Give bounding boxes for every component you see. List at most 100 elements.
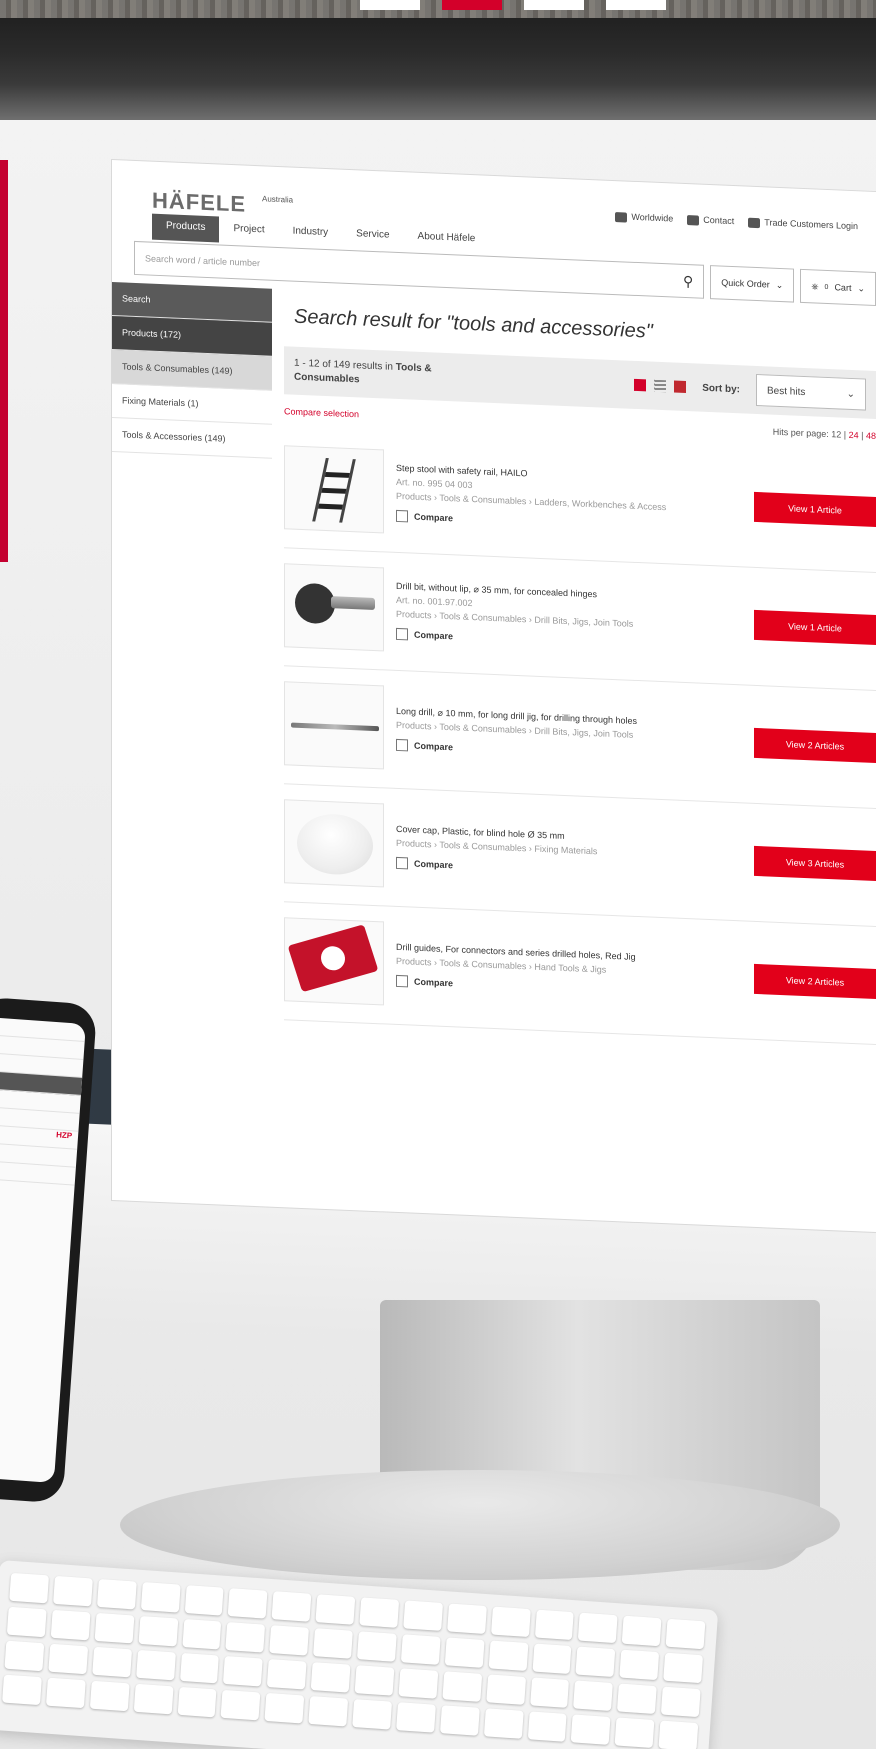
keyboard-key (50, 1609, 91, 1641)
worldwide-link[interactable]: Worldwide (615, 211, 673, 224)
quick-order-dropdown[interactable]: Quick Order ⌄ (710, 265, 795, 303)
contact-link[interactable]: Contact (687, 214, 734, 227)
tab-service[interactable]: Service (342, 222, 403, 251)
image-view-icon[interactable] (674, 380, 687, 394)
tab-about[interactable]: About Häfele (404, 224, 490, 254)
keyboard-key (578, 1612, 618, 1644)
keyboard-key (663, 1652, 704, 1684)
keyboard-key (315, 1594, 356, 1625)
page-title: Search result for "tools and accessories… (294, 305, 653, 343)
tab-industry[interactable]: Industry (279, 219, 343, 248)
keyboard-key (179, 1652, 220, 1684)
wall-backdrop (0, 0, 876, 120)
sort-dropdown[interactable]: Best hits ⌄ (756, 373, 866, 411)
keyboard-key (91, 1646, 132, 1678)
cart-button[interactable]: ⎈ 0 Cart ⌄ (800, 268, 876, 307)
search-icon[interactable]: ⚲ (683, 272, 693, 289)
keyboard-key (660, 1686, 701, 1718)
keyboard-key (310, 1662, 351, 1693)
keyboard-key (6, 1606, 47, 1638)
keyboard-key (356, 1631, 397, 1662)
view-articles-button[interactable]: View 2 Articles (754, 963, 876, 999)
facet-sidebar: Search Products (172) Tools & Consumable… (112, 282, 272, 459)
user-icon (748, 217, 761, 228)
utility-links: Worldwide Contact Trade Customers Login (615, 211, 858, 232)
keyboard-key (184, 1585, 224, 1616)
checkbox-box[interactable] (396, 974, 408, 987)
facet-tools-accessories[interactable]: Tools & Accessories (149) (112, 418, 272, 459)
product-image-cover-cap[interactable] (284, 798, 384, 887)
product-info: Step stool with safety rail, HAILO Art. … (384, 460, 754, 538)
view-articles-button[interactable]: View 3 Articles (754, 845, 876, 881)
product-image-long-drill[interactable] (284, 680, 384, 769)
keyboard-key (45, 1677, 86, 1709)
checkbox-box[interactable] (396, 856, 408, 869)
keyboard-key (354, 1665, 395, 1696)
keyboard-key (48, 1643, 88, 1675)
keyboard-key (527, 1711, 568, 1742)
phone-screen: HZP (0, 1017, 86, 1483)
product-info: Drill bit, without lip, ⌀ 35 mm, for con… (384, 578, 754, 656)
keyboard-key (617, 1683, 657, 1715)
keyboard-key (485, 1674, 526, 1705)
tab-project[interactable]: Project (219, 217, 278, 245)
search-placeholder: Search word / article number (145, 253, 261, 269)
keyboard-key (442, 1671, 482, 1702)
results-count: 1 - 12 of 149 results in Tools & Consuma… (294, 357, 432, 386)
product-image-drill-guide[interactable] (284, 916, 384, 1005)
checkbox-box[interactable] (396, 738, 408, 751)
keyboard-key (9, 1572, 49, 1604)
checkbox-box[interactable] (396, 627, 408, 640)
chevron-down-icon: ⌄ (846, 388, 855, 400)
hits-option-12[interactable]: 12 (831, 429, 841, 439)
keyboard (0, 1560, 719, 1749)
product-image-step-stool[interactable] (284, 444, 384, 533)
keyboard-key (490, 1606, 531, 1638)
keyboard-key (575, 1646, 616, 1678)
view-articles-button[interactable]: View 1 Article (754, 609, 876, 645)
hits-per-page: Hits per page: 12 | 24 | 48 (772, 426, 876, 442)
hits-option-24[interactable]: 24 (849, 430, 859, 440)
brand-logo-fragment (360, 0, 780, 10)
keyboard-key (400, 1634, 441, 1665)
product-image-drill-bit[interactable] (284, 562, 384, 651)
product-info: Long drill, ⌀ 10 mm, for long drill jig,… (384, 703, 754, 767)
keyboard-key (439, 1705, 480, 1736)
hits-option-48[interactable]: 48 (866, 431, 876, 441)
cart-count: 0 (824, 283, 829, 291)
brand-logo[interactable]: HÄFELE (152, 188, 246, 218)
envelope-icon (687, 214, 700, 226)
keyboard-key (403, 1600, 443, 1631)
grid-view-icon[interactable] (634, 378, 647, 392)
keyboard-key (665, 1618, 706, 1650)
chevron-down-icon: ⌄ (857, 282, 865, 294)
keyboard-key (140, 1581, 181, 1613)
monitor-screen: HÄFELE Australia Worldwide Contact Trade… (112, 160, 876, 1233)
list-view-icon[interactable] (654, 379, 667, 393)
keyboard-key (264, 1692, 305, 1724)
keyboard-key (488, 1640, 528, 1671)
keyboard-key (534, 1609, 575, 1641)
keyboard-key (395, 1702, 436, 1733)
results-toolbar: 1 - 12 of 149 results in Tools & Consuma… (284, 346, 876, 420)
keyboard-key (483, 1708, 524, 1739)
keyboard-key (269, 1625, 310, 1656)
login-link[interactable]: Trade Customers Login (748, 217, 858, 232)
keyboard-key (225, 1622, 266, 1653)
keyboard-key (267, 1659, 307, 1690)
checkbox-box[interactable] (396, 509, 408, 522)
keyboard-key (133, 1683, 174, 1715)
tab-products[interactable]: Products (152, 213, 220, 243)
view-articles-button[interactable]: View 2 Articles (754, 727, 876, 763)
compare-selection-link[interactable]: Compare selection (284, 406, 359, 419)
keyboard-key (398, 1668, 439, 1699)
keyboard-key (313, 1628, 353, 1659)
phone-tag: HZP (55, 1130, 73, 1141)
keyboard-key (177, 1686, 217, 1718)
brand-region: Australia (262, 194, 294, 205)
keyboard-key (571, 1714, 611, 1745)
keyboard-key (271, 1591, 312, 1622)
product-info: Cover cap, Plastic, for blind hole Ø 35 … (384, 821, 754, 885)
product-info: Drill guides, For connectors and series … (384, 939, 754, 1003)
view-articles-button[interactable]: View 1 Article (754, 491, 876, 527)
